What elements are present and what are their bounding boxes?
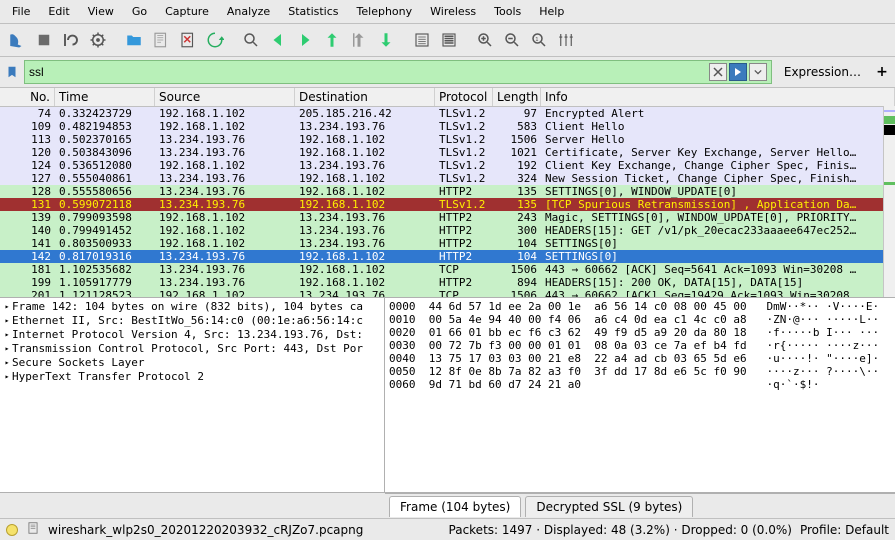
stop-capture-button[interactable] <box>31 27 57 53</box>
colorize-button[interactable] <box>436 27 462 53</box>
packet-list-rows[interactable]: 740.332423729192.168.1.102205.185.216.42… <box>0 107 895 297</box>
menu-file[interactable]: File <box>4 2 38 21</box>
menu-view[interactable]: View <box>80 2 122 21</box>
table-row[interactable]: 1410.803500933192.168.1.10213.234.193.76… <box>0 237 895 250</box>
expression-button[interactable]: Expression… <box>776 63 869 81</box>
packet-scrollbar[interactable] <box>883 106 895 297</box>
table-row[interactable]: 1240.536512080192.168.1.10213.234.193.76… <box>0 159 895 172</box>
bytes-tabs: Frame (104 bytes) Decrypted SSL (9 bytes… <box>385 493 895 517</box>
menu-help[interactable]: Help <box>531 2 572 21</box>
display-filter-bar: Expression… + <box>0 57 895 88</box>
tree-item[interactable]: ▸ Frame 142: 104 bytes on wire (832 bits… <box>0 300 384 314</box>
go-back-button[interactable] <box>265 27 291 53</box>
resize-columns-button[interactable] <box>553 27 579 53</box>
add-filter-button[interactable]: + <box>873 64 891 80</box>
packet-details-pane[interactable]: ▸ Frame 142: 104 bytes on wire (832 bits… <box>0 298 385 492</box>
packet-list-header: No. Time Source Destination Protocol Len… <box>0 88 895 107</box>
menu-go[interactable]: Go <box>124 2 155 21</box>
svg-text:1: 1 <box>535 37 538 43</box>
tree-item[interactable]: ▸ Transmission Control Protocol, Src Por… <box>0 342 384 356</box>
close-file-button[interactable] <box>175 27 201 53</box>
col-protocol[interactable]: Protocol <box>435 88 493 106</box>
table-row[interactable]: 1400.799491452192.168.1.10213.234.193.76… <box>0 224 895 237</box>
apply-filter-button[interactable] <box>729 63 747 81</box>
start-capture-button[interactable] <box>4 27 30 53</box>
menu-statistics[interactable]: Statistics <box>280 2 346 21</box>
clear-filter-button[interactable] <box>709 63 727 81</box>
packet-bytes-pane[interactable]: 0000 44 6d 57 1d ee 2a 00 1e a6 56 14 c0… <box>385 298 895 492</box>
find-packet-button[interactable] <box>238 27 264 53</box>
reload-button[interactable] <box>202 27 228 53</box>
tree-item[interactable]: ▸ Internet Protocol Version 4, Src: 13.2… <box>0 328 384 342</box>
filter-history-button[interactable] <box>749 63 767 81</box>
go-to-packet-button[interactable] <box>319 27 345 53</box>
col-info[interactable]: Info <box>541 88 895 106</box>
go-last-button[interactable] <box>373 27 399 53</box>
go-first-button[interactable] <box>346 27 372 53</box>
profile-label[interactable]: Profile: Default <box>800 523 889 537</box>
expand-toggle-icon[interactable]: ▸ <box>2 370 12 384</box>
expand-toggle-icon[interactable]: ▸ <box>2 300 12 314</box>
table-row[interactable]: 1420.81701931613.234.193.76192.168.1.102… <box>0 250 895 263</box>
expert-info-icon[interactable] <box>6 524 18 536</box>
table-row[interactable]: 2011.121128523192.168.1.10213.234.193.76… <box>0 289 895 297</box>
packet-counts: Packets: 1497 · Displayed: 48 (3.2%) · D… <box>449 523 792 537</box>
tab-frame-bytes[interactable]: Frame (104 bytes) <box>389 496 521 517</box>
col-time[interactable]: Time <box>55 88 155 106</box>
zoom-reset-button[interactable]: 1 <box>526 27 552 53</box>
menu-edit[interactable]: Edit <box>40 2 77 21</box>
restart-capture-button[interactable] <box>58 27 84 53</box>
table-row[interactable]: 740.332423729192.168.1.102205.185.216.42… <box>0 107 895 120</box>
tree-item[interactable]: ▸ Ethernet II, Src: BestItWo_56:14:c0 (0… <box>0 314 384 328</box>
expand-toggle-icon[interactable]: ▸ <box>2 314 12 328</box>
open-file-button[interactable] <box>121 27 147 53</box>
expand-toggle-icon[interactable]: ▸ <box>2 356 12 370</box>
auto-scroll-button[interactable] <box>409 27 435 53</box>
capture-file-name: wireshark_wlp2s0_20201220203932_cRJZo7.p… <box>48 523 441 537</box>
menu-tools[interactable]: Tools <box>486 2 529 21</box>
expand-toggle-icon[interactable]: ▸ <box>2 328 12 342</box>
table-row[interactable]: 1130.50237016513.234.193.76192.168.1.102… <box>0 133 895 146</box>
zoom-in-button[interactable] <box>472 27 498 53</box>
col-source[interactable]: Source <box>155 88 295 106</box>
capture-options-button[interactable] <box>85 27 111 53</box>
col-length[interactable]: Length <box>493 88 541 106</box>
tab-decrypted-ssl[interactable]: Decrypted SSL (9 bytes) <box>525 496 693 517</box>
filter-bookmark-icon[interactable] <box>4 64 20 80</box>
table-row[interactable]: 1390.799093598192.168.1.10213.234.193.76… <box>0 211 895 224</box>
table-row[interactable]: 1270.55504086113.234.193.76192.168.1.102… <box>0 172 895 185</box>
expand-toggle-icon[interactable]: ▸ <box>2 342 12 356</box>
zoom-out-button[interactable] <box>499 27 525 53</box>
menu-wireless[interactable]: Wireless <box>422 2 484 21</box>
menu-capture[interactable]: Capture <box>157 2 217 21</box>
packet-list-pane: No. Time Source Destination Protocol Len… <box>0 88 895 298</box>
table-row[interactable]: 1200.50384309613.234.193.76192.168.1.102… <box>0 146 895 159</box>
table-row[interactable]: 1280.55558065613.234.193.76192.168.1.102… <box>0 185 895 198</box>
col-dest[interactable]: Destination <box>295 88 435 106</box>
table-row[interactable]: 1090.482194853192.168.1.10213.234.193.76… <box>0 120 895 133</box>
menubar: File Edit View Go Capture Analyze Statis… <box>0 0 895 24</box>
main-toolbar: 1 <box>0 24 895 57</box>
go-forward-button[interactable] <box>292 27 318 53</box>
display-filter-input-wrapper <box>24 60 772 84</box>
status-bar: wireshark_wlp2s0_20201220203932_cRJZo7.p… <box>0 518 895 540</box>
table-row[interactable]: 1310.59907211813.234.193.76192.168.1.102… <box>0 198 895 211</box>
display-filter-input[interactable] <box>29 65 707 79</box>
table-row[interactable]: 1991.10591777913.234.193.76192.168.1.102… <box>0 276 895 289</box>
save-file-button[interactable] <box>148 27 174 53</box>
menu-analyze[interactable]: Analyze <box>219 2 278 21</box>
tree-item[interactable]: ▸ Secure Sockets Layer <box>0 356 384 370</box>
menu-telephony[interactable]: Telephony <box>349 2 421 21</box>
tree-item[interactable]: ▸ HyperText Transfer Protocol 2 <box>0 370 384 384</box>
col-no[interactable]: No. <box>0 88 55 106</box>
table-row[interactable]: 1811.10253568213.234.193.76192.168.1.102… <box>0 263 895 276</box>
capture-file-icon <box>26 521 40 538</box>
